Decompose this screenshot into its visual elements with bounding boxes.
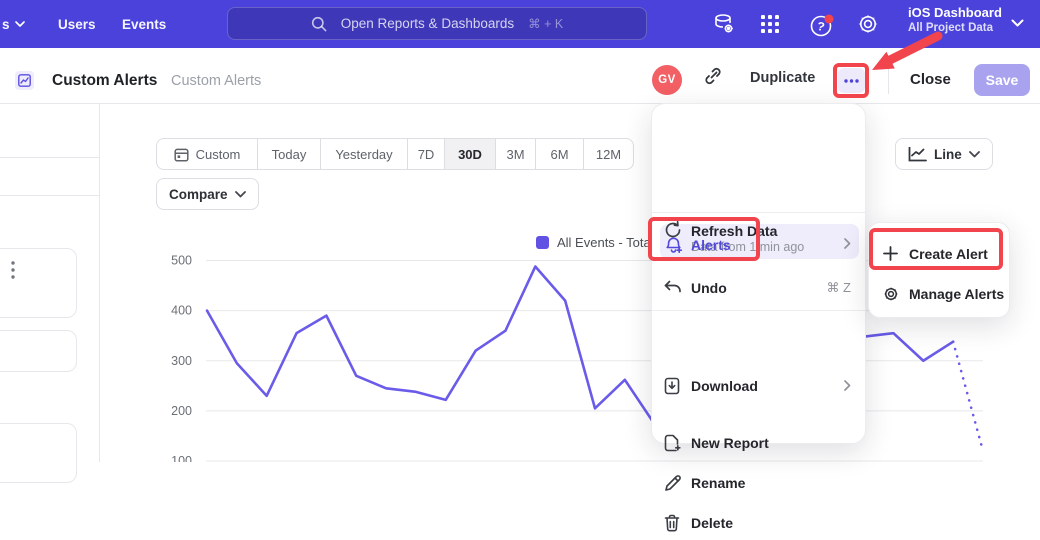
pencil-icon [664,474,682,492]
gear-icon [882,285,900,303]
bell-plus-icon [664,235,682,253]
chevron-down-icon [15,21,25,27]
legend-swatch [536,236,549,249]
nav-item-partial[interactable]: s [2,0,25,48]
save-button[interactable]: Save [974,64,1030,96]
duplicate-button[interactable]: Duplicate [750,70,815,86]
nav-item-events[interactable]: Events [122,0,166,48]
svg-text:?: ? [816,19,826,34]
search-placeholder: Open Reports & Dashboards [341,16,514,31]
avatar[interactable]: GV [652,65,682,95]
chevron-down-icon [969,151,980,158]
page-title: Custom Alerts [52,72,157,90]
project-scope: All Project Data [908,22,1002,34]
settings-gear-icon[interactable] [856,12,880,36]
menu-divider [652,212,865,213]
report-header: Custom Alerts Custom Alerts GV Duplicate… [0,48,1040,104]
header-divider [888,67,889,94]
undo-icon [664,280,682,298]
download-icon [664,377,682,395]
more-options-button[interactable] [838,68,865,93]
submenu-item-manage-alerts[interactable]: Manage Alerts [869,277,1009,311]
nav-item-users[interactable]: Users [58,0,96,48]
submenu-item-create-alert[interactable]: Create Alert [869,237,1009,271]
data-management-icon[interactable] [712,12,736,36]
legend-label: All Events - Total [557,235,654,250]
menu-item-undo[interactable]: Undo ⌘ Z [652,271,865,305]
line-chart-icon [908,147,927,162]
project-name: iOS Dashboard [908,5,1002,20]
plus-icon [883,246,901,264]
submenu-chevron-right-icon [844,237,851,252]
svg-text:300: 300 [171,354,192,368]
chart-type-button[interactable]: Line [895,138,993,170]
more-options-menu: Refresh Data Data from 1 min ago Undo ⌘ … [651,103,866,444]
search-input[interactable]: Open Reports & Dashboards ⌘ + K [227,7,647,40]
menu-divider [652,310,865,311]
submenu-chevron-right-icon [844,379,851,394]
chart-type-label: Line [934,147,962,162]
ellipsis-icon [844,79,859,83]
svg-text:200: 200 [171,404,192,418]
menu-item-rename[interactable]: Rename [652,466,865,500]
menu-item-download[interactable]: Download [652,369,865,403]
chart-legend: All Events - Total [536,235,654,250]
apps-grid-icon[interactable] [758,12,782,36]
report-icon [15,71,34,90]
share-link-button[interactable] [703,66,723,91]
new-report-icon [664,434,682,452]
menu-item-delete[interactable]: Delete [652,506,865,540]
svg-text:500: 500 [171,254,192,268]
trash-icon [664,514,682,532]
project-switcher[interactable]: iOS Dashboard All Project Data [908,5,1002,34]
search-shortcut: ⌘ + K [528,16,563,31]
svg-text:100: 100 [171,454,192,462]
svg-text:400: 400 [171,304,192,318]
top-navigation: s Users Events Open Reports & Dashboards… [0,0,1040,48]
menu-item-new-report[interactable]: New Report [652,426,865,460]
undo-shortcut: ⌘ Z [826,280,851,296]
alerts-submenu: Create Alert Manage Alerts [868,222,1010,318]
breadcrumb: Custom Alerts [171,73,261,89]
help-icon[interactable]: ? [808,12,832,36]
chevron-down-icon [1011,19,1024,28]
menu-item-alerts[interactable]: Alerts [652,227,865,262]
search-icon [311,16,327,32]
close-button[interactable]: Close [910,71,951,88]
